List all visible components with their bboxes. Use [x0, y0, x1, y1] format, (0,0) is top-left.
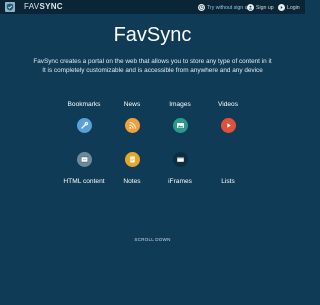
description-line-2: It is completely customizable and is acc… [42, 67, 263, 74]
description-line-1: FavSync creates a portal on the web that… [33, 58, 272, 65]
html-icon: </> [76, 152, 92, 167]
login-link[interactable]: Login [278, 3, 300, 12]
brand-fav: FAV [24, 2, 40, 11]
play-icon [220, 118, 236, 133]
user-icon [247, 4, 254, 11]
iframe-icon [172, 152, 188, 167]
brand-name[interactable]: FAVSYNC [24, 2, 63, 11]
top-bar: FAVSYNC Try without sign up Sign up Logi… [0, 0, 305, 14]
feature-lists[interactable]: Lists [198, 152, 258, 185]
feature-images-label: Images [169, 101, 191, 108]
shield-icon [6, 3, 14, 11]
note-icon [124, 152, 140, 167]
signup-link[interactable]: Sign up [247, 3, 274, 12]
wrench-icon [76, 118, 92, 133]
svg-text:</>: </> [82, 159, 86, 162]
try-without-signup-label: Try without sign up [207, 4, 251, 11]
description: FavSync creates a portal on the web that… [0, 57, 305, 75]
feature-notes-label: Notes [123, 178, 141, 185]
image-icon [172, 118, 188, 133]
login-icon [278, 4, 285, 11]
feature-iframes-label: iFrames [168, 178, 192, 185]
rss-icon [124, 118, 140, 133]
scroll-down-link[interactable]: SCROLL DOWN [0, 237, 305, 242]
try-without-signup-link[interactable]: Try without sign up [198, 3, 250, 12]
clock-icon [198, 4, 205, 11]
login-label: Login [287, 4, 300, 11]
feature-html-content-label: HTML content [63, 178, 105, 185]
page-title: FavSync [113, 24, 192, 46]
feature-bookmarks-label: Bookmarks [67, 101, 101, 108]
feature-videos-label: Videos [217, 101, 239, 108]
signup-label: Sign up [256, 4, 274, 11]
feature-news-label: News [123, 101, 141, 108]
feature-lists-label: Lists [221, 178, 235, 185]
brand-sync: SYNC [39, 2, 63, 11]
feature-videos[interactable]: Videos [198, 101, 258, 133]
logo[interactable] [5, 2, 15, 12]
